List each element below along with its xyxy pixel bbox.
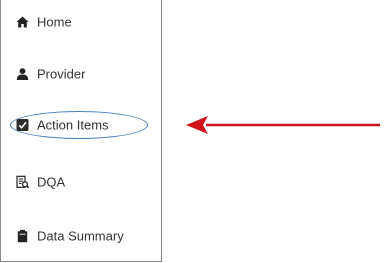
clipboard-icon [16,229,29,243]
home-icon [16,16,29,29]
sidebar-item-label: Home [37,14,72,30]
sidebar-item-label: DQA [37,174,66,190]
sidebar-item-provider[interactable]: Provider [1,57,161,91]
checkbox-icon [16,119,29,132]
sidebar: Home Provider Action Items DQA Data Summ… [0,0,162,262]
sidebar-item-label: Action Items [37,117,109,133]
sidebar-item-label: Data Summary [37,228,124,244]
sidebar-item-dqa[interactable]: DQA [1,165,161,199]
pointer-arrow [186,116,380,134]
sidebar-item-label: Provider [37,66,86,82]
user-icon [16,68,29,81]
sidebar-item-action-items[interactable]: Action Items [1,108,161,142]
sidebar-item-home[interactable]: Home [1,5,161,39]
report-icon [16,175,29,189]
sidebar-item-data-summary[interactable]: Data Summary [1,219,161,253]
